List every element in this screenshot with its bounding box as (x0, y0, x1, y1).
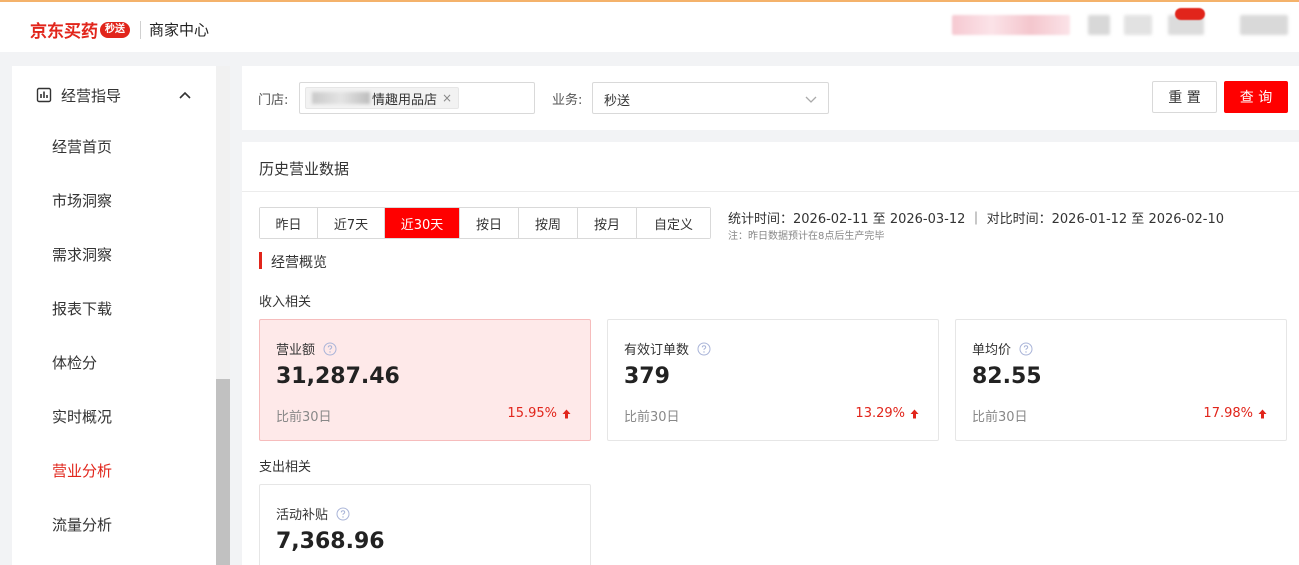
metric-card-valid-orders[interactable]: 有效订单数 379 比前30日 13.29% (607, 319, 939, 441)
section-accent-bar (259, 252, 262, 269)
chevron-down-icon (805, 96, 817, 103)
help-icon[interactable] (697, 342, 711, 356)
blurred-header-banner[interactable] (952, 15, 1070, 35)
arrow-up-icon (1258, 409, 1267, 418)
business-select[interactable]: 秒送 (592, 82, 829, 114)
sidebar-item-business-analysis[interactable]: 营业分析 (52, 460, 112, 481)
metric-label-text: 营业额 (276, 343, 316, 358)
metric-card-avg-order-price[interactable]: 单均价 82.55 比前30日 17.98% (955, 319, 1287, 441)
sidebar-item-report-download[interactable]: 报表下载 (52, 298, 112, 319)
sidebar-item-traffic-analysis[interactable]: 流量分析 (52, 514, 112, 535)
chevron-up-icon[interactable] (178, 88, 192, 102)
arrow-up-icon (910, 409, 919, 418)
blurred-store-name (312, 92, 370, 104)
metric-value: 31,287.46 (276, 364, 400, 389)
statistics-note: 注：昨日数据预计在8点后生产完毕 (728, 231, 885, 242)
blurred-header-icon[interactable] (1088, 15, 1110, 35)
help-icon[interactable] (323, 342, 337, 356)
blurred-header-icon[interactable] (1124, 15, 1152, 35)
brand-name: 京东买药 (30, 22, 98, 42)
store-select[interactable]: 情趣用品店 × (299, 82, 535, 114)
sidebar-item-market-insight[interactable]: 市场洞察 (52, 190, 112, 211)
metric-value: 82.55 (972, 364, 1042, 389)
store-tag-text: 情趣用品店 (372, 92, 438, 108)
metric-compare-label: 比前30日 (972, 410, 1028, 425)
tab-custom[interactable]: 自定义 (637, 208, 710, 238)
sidebar-item-demand-insight[interactable]: 需求洞察 (52, 244, 112, 265)
logo-divider (140, 20, 141, 39)
bar-chart-icon (36, 87, 52, 103)
tab-last-7-days[interactable]: 近7天 (318, 208, 385, 238)
sidebar-section-label: 经营指导 (61, 87, 122, 105)
notification-badge (1175, 8, 1205, 20)
sidebar-item-health-score[interactable]: 体检分 (52, 352, 97, 373)
metric-label-text: 单均价 (972, 343, 1012, 358)
metric-label: 营业额 (276, 339, 337, 358)
tab-by-week[interactable]: 按周 (519, 208, 578, 238)
tab-by-month[interactable]: 按月 (578, 208, 637, 238)
blurred-user-account[interactable] (1240, 15, 1288, 35)
help-icon[interactable] (336, 507, 350, 521)
metric-label-text: 活动补贴 (276, 508, 329, 523)
top-header: 京东买药 秒送 商家中心 (0, 0, 1299, 52)
metric-change-rate: 15.95% (507, 406, 571, 421)
metric-card-revenue[interactable]: 营业额 31,287.46 比前30日 15.95% (259, 319, 591, 441)
metric-value: 379 (624, 364, 670, 389)
store-tag: 情趣用品店 × (305, 87, 460, 109)
sidebar-item-realtime-overview[interactable]: 实时概况 (52, 406, 112, 427)
metric-change-rate-text: 17.98% (1203, 406, 1253, 421)
store-label: 门店: (258, 93, 289, 108)
section-title: 经营概览 (271, 255, 327, 271)
close-icon[interactable]: × (442, 91, 452, 105)
reset-button[interactable]: 重 置 (1152, 81, 1217, 113)
sidebar-scrollbar-thumb[interactable] (216, 379, 230, 565)
tab-by-day[interactable]: 按日 (460, 208, 519, 238)
metric-compare-label: 比前30日 (276, 410, 332, 425)
brand-badge: 秒送 (100, 21, 130, 38)
sidebar-item-business-home[interactable]: 经营首页 (52, 136, 112, 157)
metric-label: 活动补贴 (276, 504, 350, 523)
history-business-panel: 历史营业数据 昨日 近7天 近30天 按日 按周 按月 自定义 统计时间：202… (242, 142, 1299, 565)
metric-card-activity-subsidy[interactable]: 活动补贴 7,368.96 (259, 484, 591, 565)
metric-change-rate-text: 15.95% (507, 406, 557, 421)
metric-compare-label: 比前30日 (624, 410, 680, 425)
metric-value: 7,368.96 (276, 529, 385, 554)
expense-group-label: 支出相关 (259, 460, 312, 475)
sidebar: 经营指导 经营首页 市场洞察 需求洞察 报表下载 体检分 实时概况 营业分析 流… (12, 66, 230, 565)
business-label: 业务: (552, 93, 583, 108)
panel-divider (242, 191, 1299, 192)
metric-label: 单均价 (972, 339, 1033, 358)
date-range-tabs: 昨日 近7天 近30天 按日 按周 按月 自定义 (259, 207, 711, 239)
metric-change-rate: 13.29% (855, 406, 919, 421)
metric-label-text: 有效订单数 (624, 343, 690, 358)
merchant-center-title: 商家中心 (149, 21, 210, 39)
filter-bar: 门店: 情趣用品店 × 业务: 秒送 重 置 查 询 (242, 66, 1299, 130)
income-group-label: 收入相关 (259, 295, 312, 310)
help-icon[interactable] (1019, 342, 1033, 356)
statistics-time-range: 统计时间：2026-02-11 至 2026-03-12 ｜ 对比时间：2026… (728, 212, 1224, 227)
tab-yesterday[interactable]: 昨日 (260, 208, 318, 238)
metric-change-rate-text: 13.29% (855, 406, 905, 421)
business-select-value: 秒送 (604, 94, 631, 109)
panel-title: 历史营业数据 (259, 160, 350, 178)
metric-change-rate: 17.98% (1203, 406, 1267, 421)
sidebar-section-header[interactable]: 经营指导 (12, 66, 216, 126)
brand-logo[interactable]: 京东买药 秒送 商家中心 (30, 17, 209, 42)
tab-last-30-days[interactable]: 近30天 (385, 208, 460, 238)
arrow-up-icon (562, 409, 571, 418)
metric-label: 有效订单数 (624, 339, 711, 358)
query-button[interactable]: 查 询 (1224, 81, 1288, 113)
